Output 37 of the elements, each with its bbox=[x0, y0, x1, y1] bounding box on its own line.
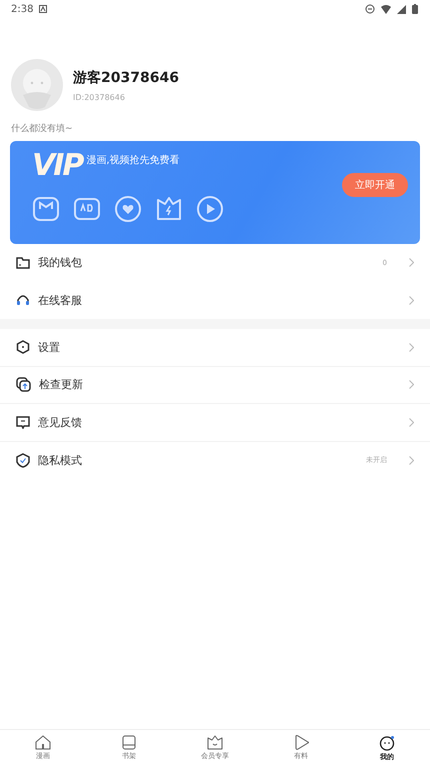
no-ads-icon bbox=[73, 196, 101, 222]
vip-tagline: 漫画,视频抢先免费看 bbox=[86, 154, 180, 168]
wifi-icon bbox=[381, 4, 391, 14]
notification-icon bbox=[39, 5, 48, 13]
battery-icon bbox=[412, 4, 418, 14]
menu-item[interactable]: 检查更新 bbox=[0, 366, 430, 404]
menu-item[interactable]: 设置 bbox=[0, 329, 430, 366]
shield-icon bbox=[16, 452, 30, 468]
menu-item[interactable]: 意见反馈 bbox=[0, 404, 430, 442]
dnd-icon bbox=[365, 4, 375, 14]
chevron-icon bbox=[409, 258, 414, 268]
comic-icon bbox=[32, 196, 60, 222]
user-id: ID:20378646 bbox=[73, 92, 126, 102]
crown-icon bbox=[207, 735, 223, 750]
home-icon bbox=[35, 735, 51, 750]
status-time: 2:38 bbox=[11, 4, 34, 14]
menu-item[interactable]: 在线客服 bbox=[0, 282, 430, 319]
headset-icon bbox=[16, 294, 30, 306]
chevron-icon bbox=[409, 342, 414, 352]
book-icon bbox=[122, 735, 136, 750]
play-icon bbox=[294, 735, 308, 750]
crown-icon bbox=[155, 195, 183, 223]
update-icon bbox=[16, 377, 31, 392]
chevron-icon bbox=[409, 418, 414, 427]
vip-logo: VIP bbox=[32, 151, 82, 181]
feedback-icon bbox=[16, 416, 30, 429]
chevron-icon bbox=[409, 296, 414, 305]
avatar bbox=[11, 59, 63, 111]
chevron-icon bbox=[409, 456, 414, 465]
signal-icon bbox=[397, 4, 406, 14]
play-icon bbox=[196, 195, 224, 223]
user-bio: 什么都没有填~ bbox=[10, 122, 74, 135]
user-name: 游客20378646 bbox=[73, 68, 179, 86]
chevron-icon bbox=[409, 380, 414, 390]
settings-icon bbox=[16, 340, 30, 354]
smiley-icon bbox=[379, 734, 395, 750]
wallet-icon bbox=[16, 256, 30, 270]
